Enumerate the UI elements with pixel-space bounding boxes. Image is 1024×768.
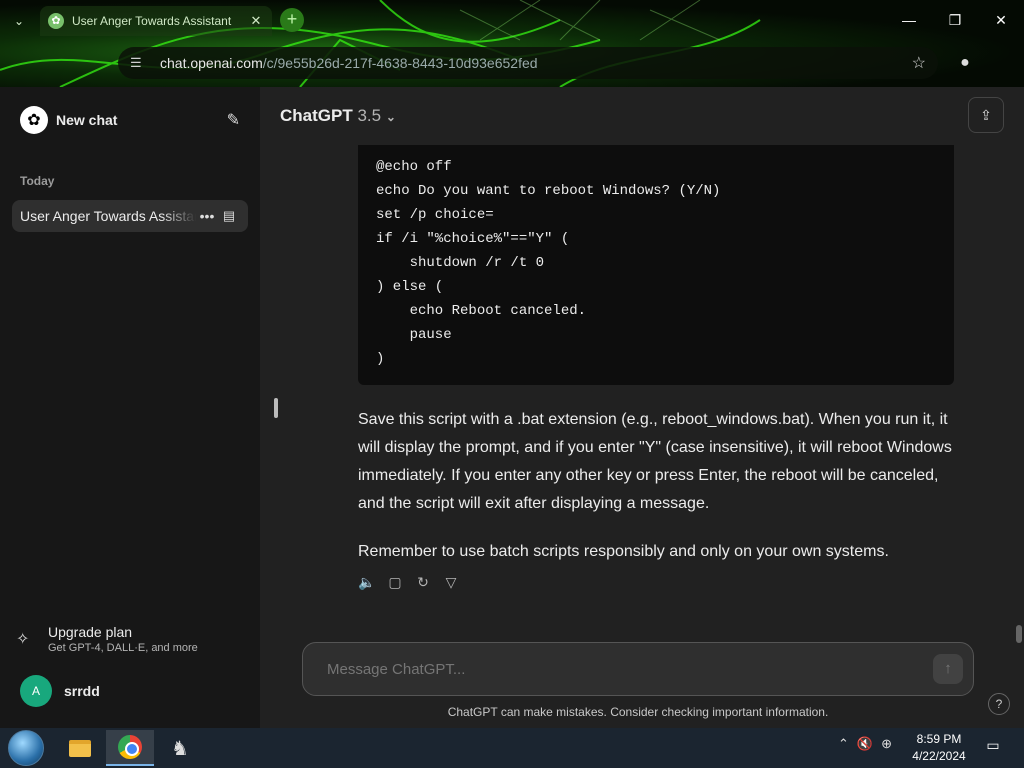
copy-icon[interactable]: ▢ (386, 573, 404, 591)
assistant-paragraph: Save this script with a .bat extension (… (358, 411, 952, 512)
upgrade-plan-button[interactable]: ✧ Upgrade plan Get GPT-4, DALL·E, and mo… (16, 617, 246, 661)
address-bar[interactable]: ☰ chat.openai.com/c/9e55b26d-217f-4638-8… (118, 47, 938, 79)
chrome-taskbar-button[interactable] (106, 730, 154, 766)
new-chat-button[interactable]: ✿ New chat ✎ (10, 97, 250, 143)
code-line: echo Reboot canceled. (376, 303, 587, 319)
volume-muted-icon[interactable]: 🔇 (857, 736, 873, 752)
openai-favicon-icon: ✿ (48, 13, 64, 29)
fox-app-icon: ♞ (171, 737, 189, 760)
composer: ↑ (302, 642, 974, 696)
sidebar-resize-handle[interactable] (274, 398, 278, 418)
clock-date: 4/22/2024 (912, 749, 966, 763)
code-line: pause (376, 327, 452, 343)
chevron-up-icon[interactable]: ⌃ (838, 736, 849, 752)
sidebar: ✿ New chat ✎ Today User Anger Towards As… (0, 87, 260, 728)
code-line: @echo off (376, 159, 452, 175)
taskbar: ♞ ⌃ 🔇 ⊕ 8:59 PM 4/22/2024 ▭ (0, 728, 1024, 768)
tab-search-dropdown-icon[interactable]: ⌄ (8, 10, 30, 32)
model-selector[interactable]: ChatGPT 3.5 ⌄ (280, 106, 396, 126)
chrome-icon (118, 735, 142, 759)
help-button[interactable]: ? (988, 693, 1010, 715)
upgrade-subtitle: Get GPT-4, DALL·E, and more (48, 642, 198, 654)
history-section-today: Today (20, 174, 55, 188)
avatar: A (20, 675, 52, 707)
send-arrow-icon: ↑ (944, 660, 952, 677)
site-info-icon[interactable]: ☰ (130, 55, 148, 71)
regenerate-icon[interactable]: ↻ (414, 573, 432, 591)
code-line: set /p choice= (376, 207, 494, 223)
folder-icon (69, 739, 91, 757)
model-version: 3.5 (357, 106, 382, 125)
browser-tab[interactable]: ✿ User Anger Towards Assistant ✕ (40, 6, 272, 36)
code-line: if /i "%choice%"=="Y" ( (376, 231, 570, 247)
code-line: echo Do you want to reboot Windows? (Y/N… (376, 183, 721, 199)
speaker-icon[interactable]: 🔈 (358, 573, 376, 591)
browser-chrome: ⌄ ✿ User Anger Towards Assistant ✕ + — ❐… (0, 0, 1024, 87)
tab-title: User Anger Towards Assistant (72, 14, 232, 28)
start-button[interactable] (8, 730, 44, 766)
profile-icon[interactable]: ● (953, 51, 977, 75)
tab-close-icon[interactable]: ✕ (248, 13, 264, 29)
sidebar-item-chat[interactable]: User Anger Towards Assistant ••• ▤ (12, 200, 248, 232)
share-button[interactable]: ⇪ (968, 97, 1004, 133)
share-icon: ⇪ (980, 107, 992, 123)
code-line: ) else ( (376, 279, 444, 295)
code-block: @echo off echo Do you want to reboot Win… (358, 145, 954, 385)
code-line: ) (376, 351, 385, 367)
thumbs-down-icon[interactable]: ▽ (442, 573, 460, 591)
sparkle-icon: ✧ (16, 631, 30, 648)
system-tray: ⌃ 🔇 ⊕ (838, 736, 892, 752)
username: srrdd (64, 683, 100, 699)
restore-button[interactable]: ❐ (940, 8, 970, 32)
tab-strip: ⌄ ✿ User Anger Towards Assistant ✕ + — ❐… (0, 0, 1024, 40)
notification-icon[interactable]: ▭ (983, 737, 1003, 757)
file-explorer-button[interactable] (56, 730, 104, 766)
clock[interactable]: 8:59 PM 4/22/2024 (908, 731, 970, 765)
close-window-button[interactable]: ✕ (986, 8, 1016, 32)
model-name: ChatGPT (280, 106, 353, 125)
message-actions: 🔈 ▢ ↻ ▽ (358, 573, 460, 591)
edit-icon[interactable]: ✎ (227, 110, 240, 130)
user-menu[interactable]: A srrdd (20, 675, 100, 707)
scrollbar-thumb[interactable] (1016, 625, 1022, 643)
assistant-paragraph: Remember to use batch scripts responsibl… (358, 543, 889, 560)
network-icon[interactable]: ⊕ (881, 736, 892, 752)
bookmark-star-icon[interactable]: ☆ (912, 53, 926, 73)
chevron-down-icon: ⌄ (385, 110, 396, 124)
sidebar-item-label: User Anger Towards Assistant (20, 208, 196, 224)
minimize-button[interactable]: — (894, 8, 924, 32)
code-line: shutdown /r /t 0 (376, 255, 545, 271)
chat-main: ChatGPT 3.5 ⌄ ⇪ @echo off echo Do you wa… (260, 87, 1024, 728)
send-button[interactable]: ↑ (933, 654, 963, 684)
new-tab-button[interactable]: + (280, 8, 304, 32)
openai-logo-icon: ✿ (20, 106, 48, 134)
ellipsis-icon[interactable]: ••• (196, 208, 218, 224)
upgrade-title: Upgrade plan (48, 624, 133, 640)
clock-time: 8:59 PM (916, 732, 962, 746)
disclaimer: ChatGPT can make mistakes. Consider chec… (447, 705, 829, 719)
app-taskbar-button[interactable]: ♞ (156, 730, 204, 766)
message-input[interactable] (327, 660, 933, 678)
new-chat-label: New chat (56, 112, 118, 128)
url-text: chat.openai.com/c/9e55b26d-217f-4638-844… (160, 55, 538, 71)
archive-icon[interactable]: ▤ (218, 208, 240, 224)
